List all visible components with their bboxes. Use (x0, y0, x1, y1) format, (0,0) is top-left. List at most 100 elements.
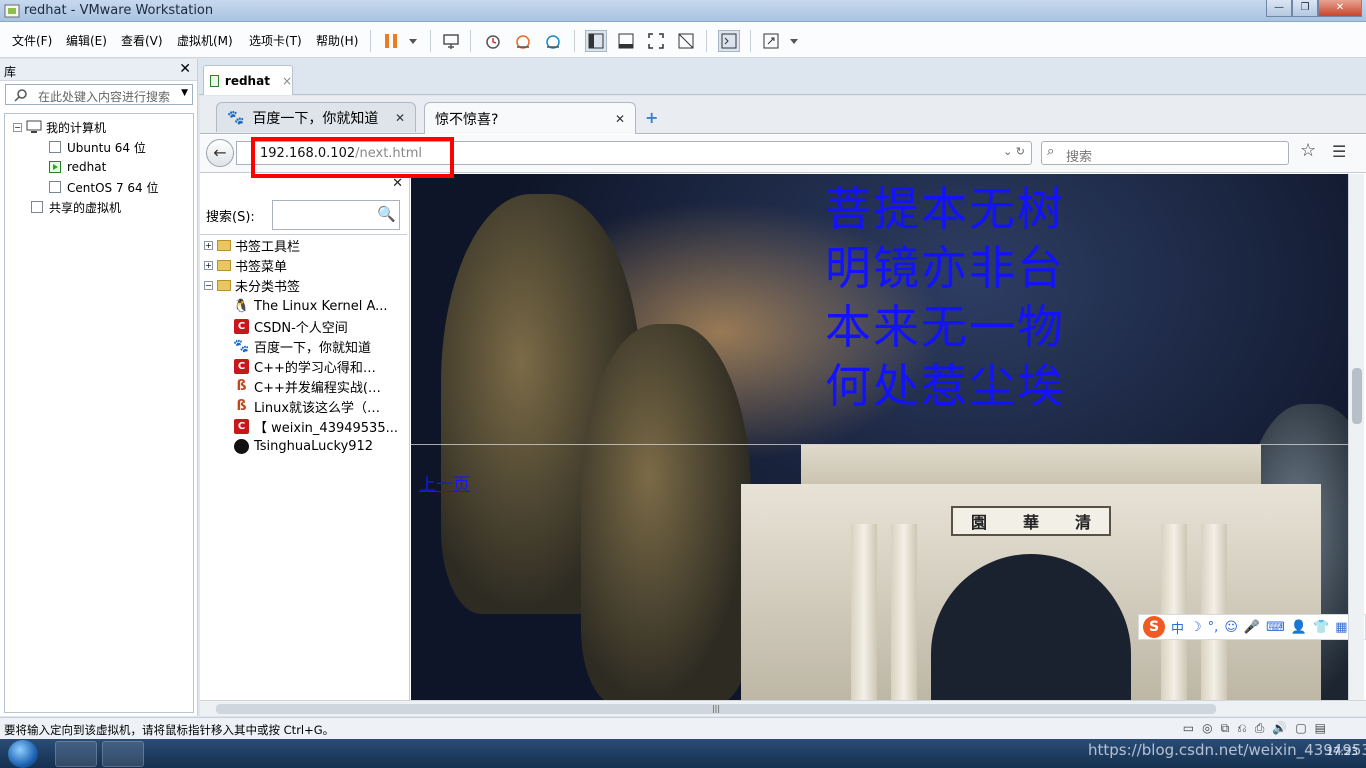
unity-icon[interactable] (675, 30, 697, 52)
firefox-search-input[interactable]: ⌕ 搜索 (1041, 141, 1289, 165)
b3-icon: ß (234, 398, 249, 414)
hdd-icon[interactable]: ▭ (1183, 721, 1194, 736)
menu-vm[interactable]: 虚拟机(M) (177, 32, 233, 49)
b3-icon: ß (234, 378, 249, 394)
firefox-tab-baidu[interactable]: 🐾 百度一下，你就知道 ✕ (216, 102, 416, 132)
baidu-icon: 🐾 (234, 338, 250, 354)
snapshot-manager-icon[interactable] (542, 30, 564, 52)
github-icon (234, 438, 249, 454)
bookmark-folder-toolbar[interactable]: + 书签工具栏 (204, 235, 300, 255)
tree-my-computer[interactable]: − 我的计算机 (13, 118, 106, 136)
bookmark-folder-menu[interactable]: + 书签菜单 (204, 255, 287, 275)
library-panel: 库 ✕ 在此处键入内容进行搜索 ▼ − 我的计算机 Ubuntu 64 位 re… (0, 59, 198, 716)
baidu-paw-icon: 🐾 (227, 109, 245, 126)
library-search-placeholder: 在此处键入内容进行搜索 (38, 90, 171, 104)
bookmark-item[interactable]: TsinghuaLucky912 (234, 436, 404, 456)
tree-vm-ubuntu[interactable]: Ubuntu 64 位 (49, 138, 146, 156)
collapse-icon[interactable]: − (13, 122, 22, 132)
show-library-icon[interactable] (585, 30, 607, 52)
close-button[interactable]: ✕ (1318, 0, 1362, 17)
bookmark-item[interactable]: C 【 weixin_43949535... (234, 416, 404, 436)
printer-icon[interactable]: ⎙ (1255, 721, 1265, 736)
library-close-icon[interactable]: ✕ (179, 61, 191, 77)
library-search-input[interactable]: 在此处键入内容进行搜索 ▼ (5, 84, 193, 105)
bookmark-item[interactable]: ß Linux就该这么学（… (234, 396, 404, 416)
stretch-guest-icon[interactable] (760, 30, 782, 52)
status-bar: 要将输入定向到该虚拟机，请将鼠标指针移入其中或按 Ctrl+G。 ▭ ◎ ⧉ ⎌… (0, 717, 1366, 739)
workspace-tabbar: redhat × (199, 59, 1366, 95)
bookmark-item[interactable]: C CSDN-个人空间 (234, 316, 404, 336)
menu-toolbar: 文件(F) 编辑(E) 查看(V) 虚拟机(M) 选项卡(T) 帮助(H) (0, 22, 1366, 58)
bookmark-star-icon[interactable]: ☆ (1300, 140, 1316, 161)
menu-tabs[interactable]: 选项卡(T) (249, 32, 302, 49)
maximize-button[interactable]: ❐ (1292, 0, 1318, 17)
taskbar-vmware-icon[interactable] (102, 741, 144, 767)
menu-edit[interactable]: 编辑(E) (66, 32, 107, 49)
bookmark-item[interactable]: C C++的学习心得和… (234, 356, 404, 376)
menu-help[interactable]: 帮助(H) (316, 32, 358, 49)
firefox-tab-active[interactable]: 惊不惊喜? ✕ (424, 102, 636, 134)
bookmark-item[interactable]: ß C++并发编程实战(… (234, 376, 404, 396)
csdn-icon: C (234, 358, 249, 374)
console-view-icon[interactable] (718, 30, 740, 52)
power-dropdown-icon[interactable] (402, 30, 424, 52)
folder-icon (217, 259, 231, 271)
menu-file[interactable]: 文件(F) (12, 32, 52, 49)
bookmark-item[interactable]: 🐾 百度一下，你就知道 (234, 336, 404, 356)
thumbnail-bar-icon[interactable] (615, 30, 637, 52)
poem-text: 菩提本无树 明镜亦非台 本来无一物 何处惹尘埃 (825, 182, 1065, 413)
network-icon[interactable]: ⧉ (1221, 721, 1230, 736)
new-tab-icon[interactable]: + (645, 108, 658, 127)
bookmarks-tree: + 书签工具栏 + 书签菜单 − 未分类书签 🐧 The Linux Kernel A.… (200, 234, 407, 700)
snapshot-icon[interactable] (482, 30, 504, 52)
back-arrow-icon[interactable]: ← (206, 139, 234, 167)
firefox-tabstrip: 🐾 百度一下，你就知道 ✕ 惊不惊喜? ✕ + (200, 96, 1366, 134)
tab-close-icon[interactable]: ✕ (615, 112, 625, 126)
sound-icon[interactable]: 🔊 (1272, 721, 1287, 736)
folder-open-icon (217, 279, 231, 291)
horizontal-scrollbar[interactable]: ||| (200, 700, 1366, 716)
vertical-scrollbar[interactable] (1348, 174, 1364, 700)
watermark: https://blog.csdn.net/weixin_43949535 (1088, 741, 1366, 759)
fullscreen-icon[interactable] (645, 30, 667, 52)
cd-icon[interactable]: ◎ (1202, 721, 1212, 736)
chevron-down-icon[interactable]: ▼ (181, 88, 188, 98)
ime-toolbar[interactable]: S 中 ☽ °, ☺ 🎤 ⌨ 👤 👕 ▦ (1138, 614, 1366, 640)
start-button-icon[interactable] (8, 740, 38, 768)
stretch-dropdown-icon[interactable] (783, 30, 805, 52)
pause-icon[interactable] (380, 30, 402, 52)
tree-vm-redhat[interactable]: redhat (49, 158, 106, 176)
workspace-tab-redhat[interactable]: redhat × (203, 65, 293, 95)
url-dropdown-reload-icon[interactable]: ⌄ ↻ (1003, 145, 1025, 158)
status-message: 要将输入定向到该虚拟机，请将鼠标指针移入其中或按 Ctrl+G。 (4, 723, 335, 737)
bookmark-folder-unsorted[interactable]: − 未分类书签 (204, 275, 300, 295)
vmware-title-bar: redhat - VMware Workstation — ❐ ✕ (0, 0, 1366, 22)
tree-vm-centos[interactable]: CentOS 7 64 位 (49, 178, 158, 196)
display-icon[interactable]: ▢ (1295, 721, 1306, 736)
bookmark-item[interactable]: 🐧 The Linux Kernel A... (234, 296, 404, 316)
vm-icon (49, 141, 61, 153)
workspace-tab-close-icon[interactable]: × (282, 74, 292, 88)
usb-icon[interactable]: ⎌ (1237, 721, 1247, 736)
minimize-button[interactable]: — (1266, 0, 1292, 17)
csdn-icon: C (234, 318, 249, 334)
gate-sign: 園 華 清 (951, 506, 1111, 536)
window-title: redhat - VMware Workstation (24, 3, 214, 18)
prev-page-link[interactable]: 上一页 (419, 470, 470, 495)
notes-icon[interactable]: ▤ (1315, 721, 1326, 736)
tree-shared-vms[interactable]: 共享的虚拟机 (31, 198, 121, 216)
bookmarks-menu-icon[interactable]: ☰ (1332, 142, 1346, 161)
tsinghua-gate-image: 園 華 清 (741, 444, 1321, 700)
tab-close-icon[interactable]: ✕ (395, 111, 405, 125)
revert-snapshot-icon[interactable] (512, 30, 534, 52)
search-icon: ⌕ (1047, 144, 1055, 159)
folder-icon (217, 239, 231, 251)
menu-view[interactable]: 查看(V) (121, 32, 163, 49)
taskbar-explorer-icon[interactable] (55, 741, 97, 767)
guest-display[interactable]: 🐾 百度一下，你就知道 ✕ 惊不惊喜? ✕ + ← 192.168.0.102/… (200, 96, 1366, 716)
shared-vm-icon (31, 201, 43, 213)
sidebar-search-input[interactable]: 🔍 (272, 200, 400, 230)
send-ctrl-alt-del-icon[interactable] (440, 30, 462, 52)
sidebar-close-icon[interactable]: ✕ (392, 176, 403, 191)
csdn-icon: C (234, 418, 249, 434)
